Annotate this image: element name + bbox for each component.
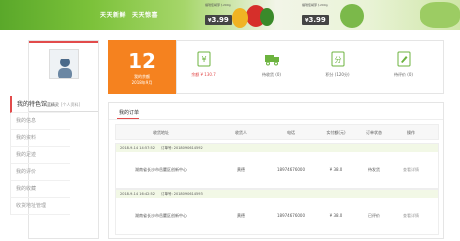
order-header: 2018-9-14 16:42:52 订单号: 2018090614593	[116, 190, 438, 198]
sidebar-item-profile[interactable]: 我的资料	[10, 130, 70, 147]
balance-value: 12	[128, 49, 156, 73]
sidebar-item-favorites[interactable]: 我的收藏	[10, 181, 70, 198]
order-receiver: 黄德	[237, 167, 245, 172]
order-address: 湖南省长沙市岳麓区创新中心	[135, 167, 187, 172]
stat-to-receive[interactable]: 待收货 (0)	[245, 41, 298, 95]
order-phone: 18974676000	[277, 213, 305, 218]
column-header: 收货地址	[153, 130, 169, 135]
sidebar-menu-title[interactable]: 我的特色馆	[10, 96, 70, 113]
order-group: 2018-9-14 14:57:52 订单号: 2018090614592 湖南省…	[115, 143, 439, 189]
order-status: 待发货	[368, 167, 380, 172]
balance-icon: ¥	[197, 51, 211, 67]
order-amount: ¥ 38.0	[329, 213, 343, 218]
order-status: 已评价	[368, 213, 380, 218]
divider	[109, 119, 443, 120]
promo-price: ¥3.99	[302, 15, 329, 25]
order-amount: ¥ 38.0	[329, 167, 343, 172]
points-icon: 分	[331, 51, 345, 67]
order-phone: 18974676000	[277, 167, 305, 172]
stat-to-review[interactable]: 待评价 (0)	[377, 41, 430, 95]
cucumber-image	[420, 2, 460, 28]
column-header: 电话	[287, 130, 295, 135]
lettuce-image	[340, 4, 364, 28]
stat-balance[interactable]: ¥ 余额 ¥ 130.7	[177, 41, 230, 95]
column-header: 操作	[407, 130, 415, 135]
table-row: 湖南省长沙市岳麓区创新中心 黄德 18974676000 ¥ 38.0 已评价 …	[116, 198, 438, 234]
order-group: 2018-9-14 16:42:52 订单号: 2018090614593 湖南省…	[115, 189, 439, 235]
column-header: 实付额(元)	[326, 130, 346, 135]
svg-text:分: 分	[335, 55, 342, 64]
balance-date: 2018年9月	[131, 80, 153, 85]
top-banner: 天天新鲜 天天惊喜 福瑞佳胡萝卜200g ¥3.99 福瑞佳胡萝卜200g ¥3.…	[0, 0, 460, 30]
sidebar-accent-line	[29, 41, 98, 43]
sidebar-item-addresses[interactable]: 收货地址管理	[10, 198, 70, 215]
order-receiver: 黄德	[237, 213, 245, 218]
truck-icon	[265, 55, 279, 66]
pencil-icon	[397, 51, 411, 67]
orders-title[interactable]: 我的订单	[119, 109, 139, 116]
orders-panel: 我的订单 收货地址 收货人 电话 实付额(元) 订单状态 操作 2018-9-1…	[108, 102, 444, 239]
svg-text:¥: ¥	[201, 55, 206, 64]
banner-slogan: 天天新鲜 天天惊喜	[100, 12, 159, 19]
sidebar-item-info[interactable]: 我的信息	[10, 113, 70, 130]
stat-points[interactable]: 分 积分 (120分)	[311, 41, 364, 95]
order-header: 2018-9-14 14:57:52 订单号: 2018090614592	[116, 144, 438, 152]
sidebar-item-history[interactable]: 我的足迹	[10, 147, 70, 164]
balance-card[interactable]: 12 我的余额 2018年9月	[108, 40, 176, 94]
sidebar-item-reviews[interactable]: 我的评价	[10, 164, 70, 181]
table-row: 湖南省长沙市岳麓区创新中心 黄德 18974676000 ¥ 38.0 待发货 …	[116, 152, 438, 188]
stats-panel: ¥ 余额 ¥ 130.7 待收货 (0) 分 积分 (120分) 待评价 (0)	[176, 40, 444, 94]
pepper-image	[232, 8, 248, 28]
avatar-image	[50, 50, 78, 78]
pepper-image	[260, 8, 274, 26]
view-details-link[interactable]: 查看详情	[396, 198, 426, 234]
avatar[interactable]	[49, 49, 79, 79]
promo-price: ¥3.99	[205, 15, 232, 25]
column-header: 收货人	[235, 130, 247, 135]
view-details-link[interactable]: 查看详情	[396, 152, 426, 188]
orders-table-header: 收货地址 收货人 电话 实付额(元) 订单状态 操作	[115, 124, 439, 140]
column-header: 订单状态	[366, 130, 382, 135]
sidebar-menu: 我的特色馆 我的信息 我的资料 我的足迹 我的评价 我的收藏 收货地址管理	[10, 96, 70, 215]
order-address: 湖南省长沙市岳麓区创新中心	[135, 213, 187, 218]
